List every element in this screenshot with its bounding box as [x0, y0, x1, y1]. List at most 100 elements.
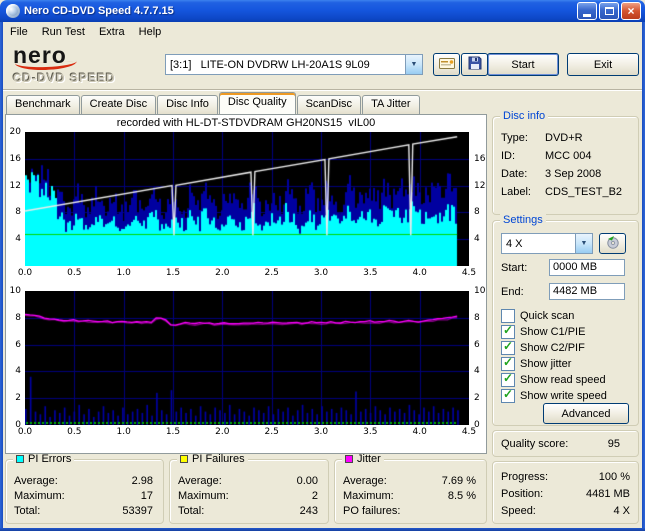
- checkbox-show-c2-pif[interactable]: ✓ Show C2/PIF: [501, 339, 585, 355]
- average-label: Average:: [14, 475, 58, 487]
- checkbox-box[interactable]: ✓: [501, 387, 515, 403]
- checkbox-box[interactable]: ✓: [501, 355, 515, 371]
- panel-title: PI Failures: [192, 453, 245, 465]
- checkbox-label: Show C2/PIF: [520, 342, 585, 354]
- speed-value: 4 X: [613, 505, 630, 517]
- tab-disc-info[interactable]: Disc Info: [157, 95, 218, 114]
- jitter-chart-y-axis-left: 10 8 6 4 2 0: [7, 286, 23, 430]
- y-tick-label: 6: [15, 339, 21, 350]
- x-tick-label: 0.5: [67, 427, 82, 437]
- menu-file[interactable]: File: [3, 24, 35, 40]
- x-tick-label: 2.0: [215, 427, 230, 437]
- speed-label: Speed:: [501, 505, 536, 517]
- menu-bar: File Run Test Extra Help: [3, 22, 642, 41]
- checkbox-show-write-speed[interactable]: ✓ Show write speed: [501, 387, 607, 403]
- drive-selector[interactable]: [3:1] LITE-ON DVDRW LH-20A1S 9L09 ▼: [165, 54, 423, 75]
- tab-scandisc[interactable]: ScanDisc: [296, 95, 362, 114]
- x-tick-label: 4.0: [412, 427, 427, 437]
- settings-group: Settings 4 X ▼ Start: 0000 MB End: 4482 …: [492, 213, 639, 426]
- logo-swoosh-icon: [14, 60, 78, 72]
- end-position-field[interactable]: 4482 MB: [549, 283, 625, 300]
- menu-extra[interactable]: Extra: [92, 24, 132, 40]
- y-tick-label: 10: [474, 286, 486, 296]
- graph-title: recorded with HL-DT-STDVDRAM GH20NS15 vI…: [116, 117, 376, 129]
- floppy-icon: [468, 56, 482, 73]
- speed-selector[interactable]: 4 X ▼: [501, 233, 593, 254]
- maximize-icon: [604, 7, 614, 15]
- checkbox-show-jitter[interactable]: ✓ Show jitter: [501, 355, 572, 371]
- save-button[interactable]: [461, 53, 488, 76]
- y-tick-label: 2: [474, 393, 480, 404]
- progress-value: 100 %: [598, 471, 630, 483]
- x-tick-label: 4.0: [412, 268, 427, 278]
- exit-button[interactable]: Exit: [567, 53, 639, 76]
- disc-label-value: CDS_TEST_B2: [545, 186, 623, 198]
- checkbox-label: Show jitter: [520, 358, 572, 370]
- average-label: Average:: [178, 475, 222, 487]
- tab-disc-quality[interactable]: Disc Quality: [218, 92, 296, 114]
- titlebar[interactable]: Nero CD-DVD Speed 4.7.7.15 ×: [0, 0, 645, 22]
- pi-failures-caption: PI Failures: [177, 452, 248, 466]
- x-tick-label: 4.5: [461, 427, 477, 437]
- disc-info-group: Disc info Type: DVD+R ID: MCC 004 Date: …: [492, 109, 639, 215]
- maximum-value: 17: [140, 490, 153, 502]
- disc-type-value: DVD+R: [545, 132, 583, 144]
- menu-run-test[interactable]: Run Test: [35, 24, 92, 40]
- progress-label: Progress:: [501, 471, 549, 483]
- po-failures-label: PO failures:: [343, 505, 401, 517]
- x-tick-label: 3.5: [363, 268, 378, 278]
- checkbox-show-read-speed[interactable]: ✓ Show read speed: [501, 371, 606, 387]
- check-icon: ✓: [503, 339, 514, 353]
- checkbox-box[interactable]: ✓: [501, 323, 515, 339]
- check-icon: ✓: [503, 323, 514, 337]
- logo-product-text: CD-DVD SPEED: [13, 71, 116, 85]
- quality-score-value: 95: [607, 438, 620, 450]
- checkbox-box[interactable]: [501, 309, 515, 323]
- start-button[interactable]: Start: [487, 53, 559, 76]
- chevron-down-icon[interactable]: ▼: [575, 234, 592, 253]
- position-label: Position:: [501, 488, 544, 500]
- disc-date-label: Date:: [501, 168, 528, 180]
- y-tick-label: 8: [15, 312, 21, 323]
- start-position-field[interactable]: 0000 MB: [549, 259, 625, 276]
- jitter-chart-x-axis: 0.0 0.5 1.0 1.5 2.0 2.5 3.0 3.5 4.0 4.5: [18, 427, 476, 438]
- menu-help[interactable]: Help: [132, 24, 169, 40]
- reload-disc-button[interactable]: [599, 233, 626, 254]
- panel-title: PI Errors: [28, 453, 72, 465]
- maximize-button[interactable]: [599, 2, 619, 20]
- advanced-button[interactable]: Advanced: [543, 403, 629, 424]
- minimize-button[interactable]: [577, 2, 597, 20]
- maximum-value: 8.5 %: [447, 490, 476, 502]
- close-button[interactable]: ×: [621, 2, 641, 20]
- checkbox-show-c1-pie[interactable]: ✓ Show C1/PIE: [501, 323, 585, 339]
- graph-panel: recorded with HL-DT-STDVDRAM GH20NS15 vI…: [5, 114, 487, 454]
- x-tick-label: 0.5: [67, 268, 82, 278]
- maximum-label: Maximum:: [343, 490, 394, 502]
- checkbox-quick-scan[interactable]: Quick scan: [501, 309, 574, 323]
- tab-benchmark[interactable]: Benchmark: [6, 95, 80, 114]
- chevron-down-icon[interactable]: ▼: [405, 55, 422, 74]
- speed-selector-value: 4 X: [506, 237, 523, 250]
- check-icon: ✓: [503, 387, 514, 401]
- x-tick-label: 1.0: [116, 268, 131, 278]
- window-title: Nero CD-DVD Speed 4.7.7.15: [24, 5, 174, 17]
- window-border-left: [0, 21, 3, 531]
- total-value: 53397: [122, 505, 153, 517]
- options-button[interactable]: [433, 53, 460, 76]
- checkbox-box[interactable]: ✓: [501, 339, 515, 355]
- x-tick-label: 3.5: [363, 427, 378, 437]
- tab-create-disc[interactable]: Create Disc: [80, 95, 157, 114]
- y-tick-label: 4: [474, 366, 480, 377]
- disc-label-label: Label:: [501, 186, 531, 198]
- y-tick-label: 8: [474, 207, 480, 218]
- x-tick-label: 2.5: [264, 268, 279, 278]
- x-tick-label: 1.5: [165, 268, 181, 278]
- disc-date-value: 3 Sep 2008: [545, 168, 602, 180]
- total-label: Total:: [14, 505, 41, 517]
- status-group: Progress: 100 % Position: 4481 MB Speed:…: [492, 461, 639, 524]
- tab-ta-jitter[interactable]: TA Jitter: [362, 95, 420, 114]
- y-tick-label: 10: [9, 286, 21, 296]
- pie-chart-y-axis-right: 16 12 8 4: [472, 132, 488, 266]
- checkbox-box[interactable]: ✓: [501, 371, 515, 387]
- total-label: Total:: [178, 505, 205, 517]
